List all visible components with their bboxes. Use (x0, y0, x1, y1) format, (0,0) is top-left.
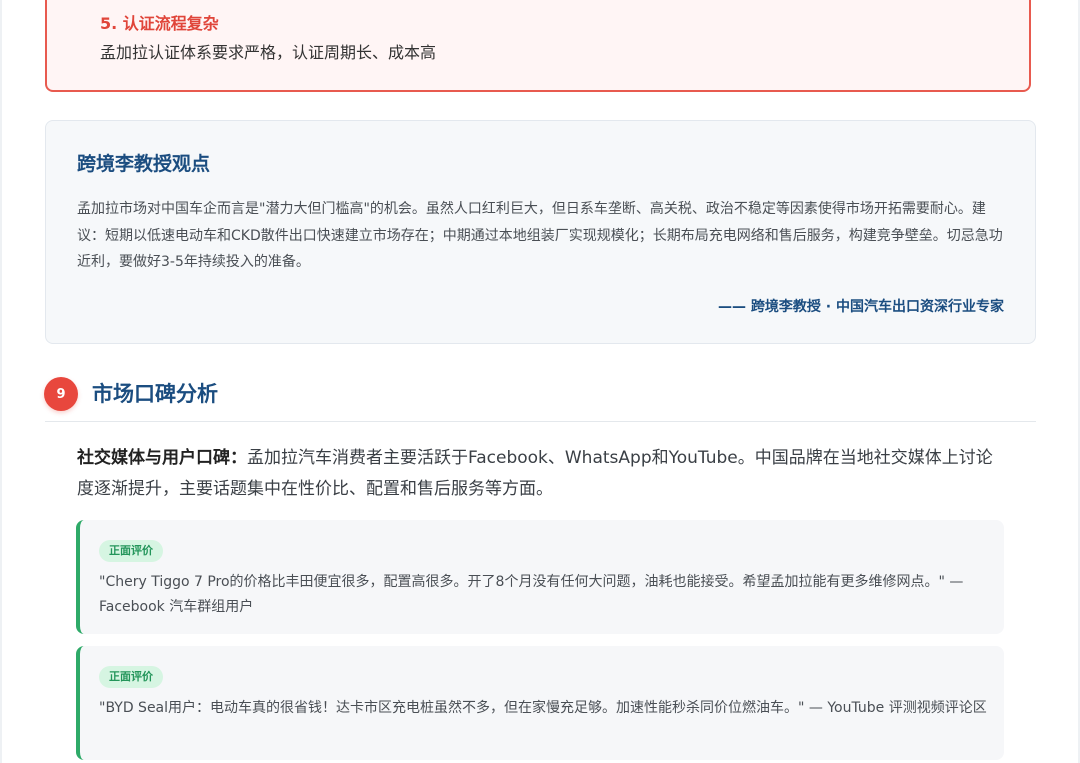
section-title: 市场口碑分析 (92, 382, 218, 406)
page-left-edge (0, 0, 2, 763)
section-intro: 社交媒体与用户口碑：孟加拉汽车消费者主要活跃于Facebook、WhatsApp… (77, 443, 1007, 505)
risk-title: 5. 认证流程复杂 (100, 14, 219, 33)
expert-opinion-card: 跨境李教授观点 孟加拉市场对中国车企而言是"潜力大但门槛高"的机会。虽然人口红利… (45, 120, 1036, 344)
risk-card: 5. 认证流程复杂 孟加拉认证体系要求严格，认证周期长、成本高 (45, 0, 1031, 92)
section-number: 9 (56, 386, 66, 402)
positive-review-badge: 正面评价 (99, 666, 163, 688)
expert-body: 孟加拉市场对中国车企而言是"潜力大但门槛高"的机会。虽然人口红利巨大，但日系车垄… (77, 201, 1003, 270)
review-card: 正面评价 "BYD Seal用户：电动车真的很省钱！达卡市区充电桩虽然不多，但在… (76, 646, 1004, 760)
section-number-badge: 9 (44, 377, 78, 411)
positive-review-badge: 正面评价 (99, 540, 163, 562)
review-text: "BYD Seal用户：电动车真的很省钱！达卡市区充电桩虽然不多，但在家慢充足够… (99, 700, 987, 716)
expert-title: 跨境李教授观点 (77, 153, 211, 175)
expert-signature: —— 跨境李教授 · 中国汽车出口资深行业专家 (718, 299, 1004, 315)
section-divider (45, 421, 1036, 422)
review-text: "Chery Tiggo 7 Pro的价格比丰田便宜很多，配置高很多。开了8个月… (99, 574, 964, 615)
review-card: 正面评价 "Chery Tiggo 7 Pro的价格比丰田便宜很多，配置高很多。… (76, 520, 1004, 634)
intro-lead: 社交媒体与用户口碑： (77, 448, 247, 468)
risk-description: 孟加拉认证体系要求严格，认证周期长、成本高 (100, 43, 437, 62)
